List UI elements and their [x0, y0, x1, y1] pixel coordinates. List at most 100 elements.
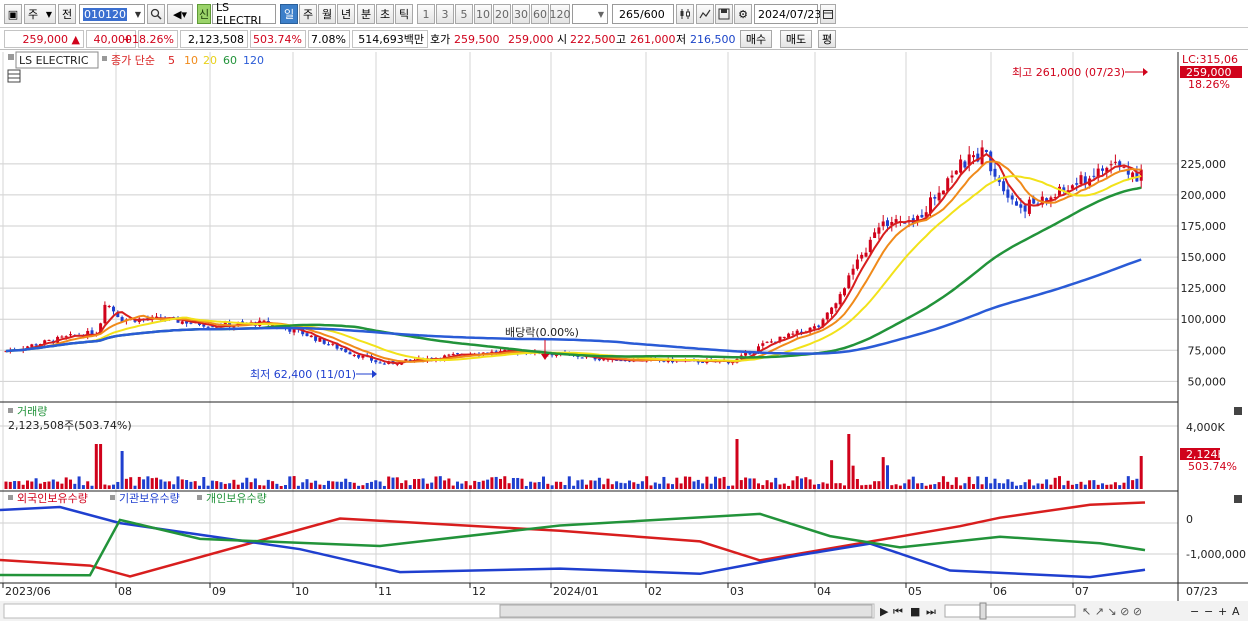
volume-bar	[327, 480, 330, 489]
candle-icon[interactable]	[676, 4, 694, 24]
volume-bar	[972, 484, 975, 489]
volume-bar	[228, 483, 232, 489]
candle-body	[933, 196, 937, 199]
zoom-slider[interactable]	[944, 604, 1076, 618]
interval-60-button[interactable]: 60	[531, 4, 549, 24]
scroll-end-icon[interactable]: ⏭	[926, 605, 936, 618]
date-input[interactable]: 2024/07/23	[754, 4, 821, 24]
volume-last-pct: 503.74%	[1188, 460, 1237, 473]
period-month-button[interactable]: 월	[318, 4, 336, 24]
candle-body	[855, 259, 859, 269]
legend-marker	[8, 495, 13, 500]
candle-body	[834, 303, 838, 309]
volume-bar	[752, 478, 756, 489]
volume-bar	[112, 484, 115, 489]
market-select[interactable]: 주 ▼	[24, 4, 56, 24]
volume-bar	[275, 483, 279, 489]
count-field[interactable]: 265/600	[612, 4, 674, 24]
zoom-in-icon[interactable]: +	[1218, 605, 1227, 618]
sell-button[interactable]: 매도	[780, 30, 812, 48]
volume-bar	[774, 477, 778, 489]
period-year-button[interactable]: 년	[337, 4, 355, 24]
interval-1-button[interactable]: 1	[417, 4, 435, 24]
zoom-slider-handle[interactable]	[979, 602, 987, 620]
interval-select[interactable]: ▼	[572, 4, 608, 24]
candle-body	[769, 341, 773, 343]
period-week-button[interactable]: 주	[299, 4, 317, 24]
eval-button[interactable]: 평	[818, 30, 836, 48]
calendar-icon[interactable]	[820, 4, 836, 24]
candle-body	[860, 254, 864, 259]
period-second-button[interactable]: 초	[376, 4, 394, 24]
prev-button[interactable]: 전	[58, 4, 76, 24]
volume-bar	[769, 482, 773, 489]
period-minute-button[interactable]: 분	[357, 4, 375, 24]
period-tick-button[interactable]: 틱	[395, 4, 413, 24]
volume-bar	[56, 481, 60, 489]
period-day-button[interactable]: 일	[280, 4, 298, 24]
volume-bar	[860, 485, 864, 489]
candle-body	[851, 268, 855, 275]
volume-bar	[963, 483, 967, 489]
close-panel-icon[interactable]	[1234, 407, 1242, 415]
font-size-icon[interactable]: A	[1232, 605, 1240, 618]
interval-5-button[interactable]: 5	[455, 4, 473, 24]
volume-bar	[167, 481, 171, 489]
stop-icon[interactable]: ■	[910, 605, 920, 618]
candle-body	[374, 360, 378, 363]
volume-bar	[1006, 479, 1010, 489]
volume-bar	[335, 481, 339, 489]
x-last-label: 07/23	[1186, 585, 1218, 598]
candle-body	[873, 232, 877, 238]
volume-bar	[73, 483, 77, 489]
save-icon[interactable]	[715, 4, 733, 24]
speaker-icon[interactable]: ◀▾	[167, 4, 193, 24]
interval-10-button[interactable]: 10	[474, 4, 492, 24]
volume-bar	[954, 477, 958, 489]
candle-body	[984, 149, 988, 152]
window-menu-icon[interactable]: ▣	[4, 4, 22, 24]
minus-icon[interactable]: −	[1204, 605, 1213, 618]
volume-bar	[787, 485, 791, 489]
candle-body	[1131, 172, 1135, 178]
volume-bar	[649, 485, 653, 489]
buy-button[interactable]: 매수	[740, 30, 772, 48]
individual-holding-legend: 개인보유수량	[206, 492, 267, 505]
chevron-down-icon[interactable]: ▼	[134, 10, 144, 19]
interval-30-button[interactable]: 30	[512, 4, 530, 24]
candle-body	[103, 304, 107, 324]
interval-20-button[interactable]: 20	[493, 4, 511, 24]
volume-bar	[361, 485, 365, 489]
candle-body	[941, 190, 945, 195]
volume-bar	[223, 483, 227, 489]
close-panel-icon[interactable]	[1234, 495, 1242, 503]
scroll-right-icon[interactable]: ▶	[880, 605, 889, 618]
interval-3-button[interactable]: 3	[436, 4, 454, 24]
open-price: 222,500	[570, 32, 616, 46]
volume-bar	[202, 476, 206, 489]
zoom-out-icon[interactable]: −	[1190, 605, 1199, 618]
volume-bar	[507, 483, 511, 489]
crosshair-icon[interactable]	[696, 4, 714, 24]
gear-icon[interactable]: ⚙	[734, 4, 752, 24]
volume-bar	[1096, 484, 1100, 489]
stock-code-input[interactable]: 010120 ▼	[79, 4, 145, 24]
candle-body	[30, 344, 34, 347]
table-icon[interactable]	[7, 69, 21, 83]
stock-chart[interactable]: 50,000 75,000 100,000 125,000 150,000 175,000…	[0, 50, 1248, 621]
search-icon[interactable]	[147, 4, 165, 24]
scrollbar-thumb[interactable]	[499, 604, 873, 618]
interval-120-button[interactable]: 120	[550, 4, 571, 24]
main-toolbar: ▣ 주 ▼ 전 010120 ▼ ◀▾ 신 LS ELECTRI 일 주 월 년 …	[0, 0, 1248, 28]
candle-body	[352, 354, 356, 356]
candle-body	[886, 220, 889, 226]
draw-tools-icon[interactable]: ↖ ↗ ↘ ⊘ ⊘	[1082, 605, 1142, 618]
volume-bar	[391, 477, 395, 489]
volume-bar	[193, 481, 197, 489]
volume-bar	[262, 485, 266, 489]
volume-bar	[1040, 483, 1044, 489]
volume-readout: 2,123,508주(503.74%)	[8, 419, 132, 432]
volume-bar	[180, 479, 184, 489]
scroll-start-icon[interactable]: ⏮	[893, 605, 903, 618]
volume-bar	[877, 481, 881, 489]
